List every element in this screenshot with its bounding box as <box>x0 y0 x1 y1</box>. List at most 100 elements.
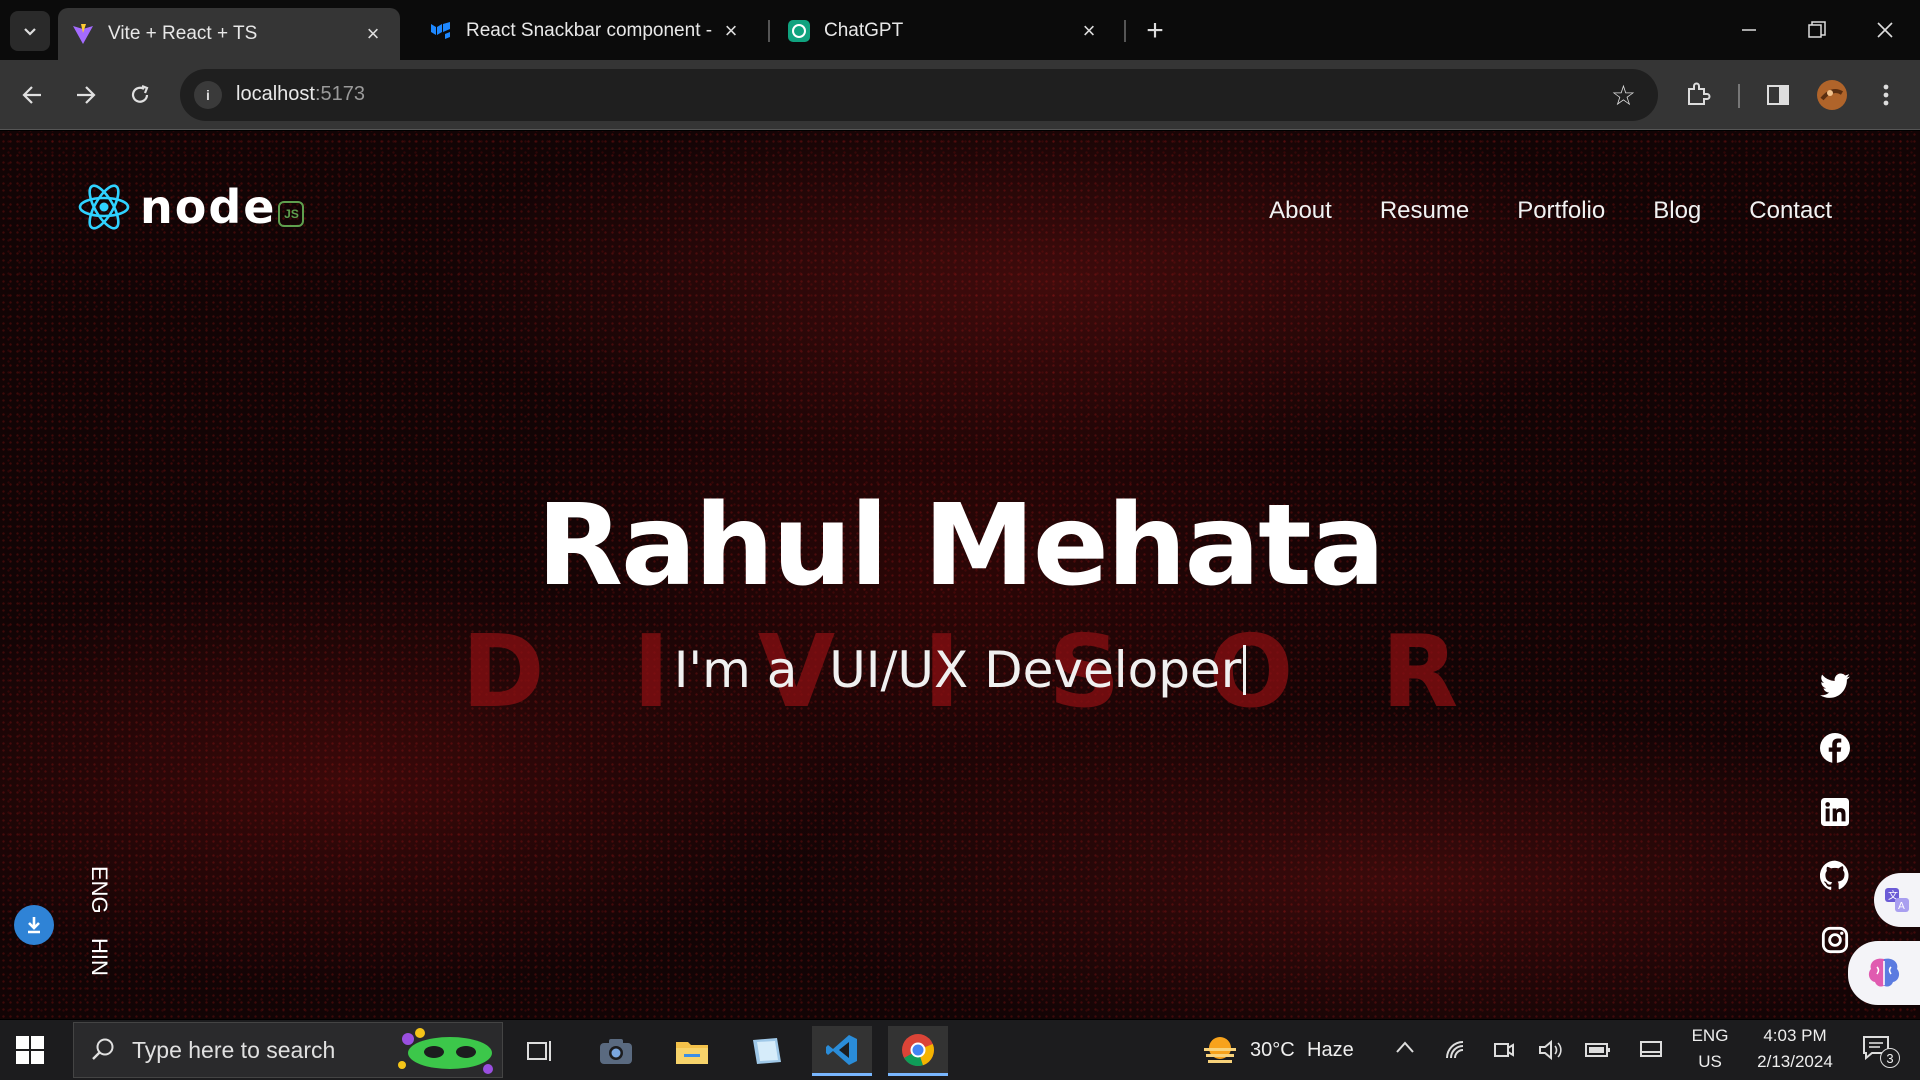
browser-tab-strip: Vite + React + TS × React Snackbar compo… <box>0 0 1920 60</box>
nav-contact[interactable]: Contact <box>1749 197 1832 225</box>
back-button[interactable] <box>14 77 50 113</box>
windows-start-icon[interactable] <box>16 1036 44 1064</box>
arrow-right-icon <box>77 86 96 104</box>
react-logo-icon <box>78 184 130 230</box>
clock-time[interactable]: 4:03 PM <box>1740 1026 1850 1046</box>
logo-text: node <box>140 180 277 234</box>
translate-icon: 文A <box>1885 888 1909 912</box>
tab-react-snackbar[interactable]: React Snackbar component - M × <box>416 8 758 54</box>
linkedin-icon <box>1821 798 1849 826</box>
input-language[interactable]: ENG <box>1680 1026 1740 1046</box>
battery-icon[interactable] <box>1585 1040 1611 1060</box>
search-icon <box>92 1038 114 1060</box>
ai-extension-button[interactable] <box>1848 941 1920 1005</box>
reload-icon <box>131 84 149 103</box>
side-panel-button[interactable] <box>1760 77 1796 113</box>
close-icon[interactable]: × <box>1076 18 1102 44</box>
input-region[interactable]: US <box>1680 1052 1740 1072</box>
lang-eng[interactable]: ENG <box>86 866 112 914</box>
forward-button[interactable] <box>68 77 104 113</box>
address-bar[interactable]: i localhost:5173 ☆ <box>180 69 1658 121</box>
url-text: localhost:5173 <box>236 83 365 106</box>
taskbar-file-explorer[interactable] <box>662 1026 722 1076</box>
bookmark-star-icon[interactable]: ☆ <box>1611 79 1636 112</box>
task-view-icon <box>527 1041 551 1061</box>
tab-title: ChatGPT <box>824 20 904 41</box>
carnival-mask-icon <box>398 1028 493 1074</box>
url-port: :5173 <box>314 83 365 105</box>
hero-subtitle: I'm a UI/UX Developer <box>0 641 1920 699</box>
volume-icon[interactable] <box>1537 1038 1563 1062</box>
instagram-link[interactable] <box>1818 923 1852 957</box>
notification-center-button[interactable]: 3 <box>1862 1034 1902 1068</box>
display-icon[interactable] <box>1640 1040 1662 1060</box>
twitter-link[interactable] <box>1818 669 1852 703</box>
facebook-link[interactable] <box>1818 731 1852 765</box>
task-view-button[interactable] <box>510 1026 570 1076</box>
browser-menu-button[interactable] <box>1868 77 1904 113</box>
taskbar-notes-app[interactable] <box>736 1026 796 1076</box>
chevron-up-icon[interactable] <box>1395 1040 1415 1054</box>
profile-avatar[interactable] <box>1814 77 1850 113</box>
folder-icon <box>676 1042 708 1064</box>
weather-condition[interactable]: Haze <box>1307 1039 1354 1062</box>
hero-name: Rahul Mehata <box>536 481 1386 611</box>
close-icon[interactable]: × <box>718 18 744 44</box>
side-panel-icon <box>1767 85 1789 105</box>
nav-portfolio[interactable]: Portfolio <box>1517 197 1605 225</box>
linkedin-link[interactable] <box>1818 795 1852 829</box>
lang-hin[interactable]: HIN <box>86 938 112 976</box>
github-link[interactable] <box>1818 858 1852 892</box>
notebook-icon <box>753 1038 781 1064</box>
site-nav: About Resume Portfolio Blog Contact <box>1221 197 1832 225</box>
clock-date[interactable]: 2/13/2024 <box>1740 1052 1850 1072</box>
chatgpt-icon <box>788 20 810 42</box>
vite-icon <box>72 23 94 45</box>
minimize-button[interactable] <box>1724 10 1774 50</box>
meet-now-icon[interactable] <box>1492 1038 1516 1062</box>
taskbar-camera-app[interactable] <box>586 1026 646 1076</box>
restore-button[interactable] <box>1792 10 1842 50</box>
download-icon <box>28 917 40 934</box>
windows-taskbar: Type here to search 30°C Haze ENG US 4:0… <box>0 1020 1920 1080</box>
facebook-icon <box>1820 733 1850 763</box>
extensions-button[interactable] <box>1680 77 1716 113</box>
taskbar-chrome[interactable] <box>888 1026 948 1076</box>
nav-about[interactable]: About <box>1269 197 1332 225</box>
arrow-left-icon <box>22 86 41 104</box>
translate-extension-button[interactable]: 文A <box>1874 873 1920 927</box>
mui-icon <box>430 20 452 42</box>
tab-title: Vite + React + TS <box>108 23 258 44</box>
site-logo[interactable]: node JS <box>76 179 305 235</box>
avatar-icon <box>1817 80 1847 110</box>
minimize-icon <box>1742 29 1756 31</box>
puzzle-icon <box>1688 82 1711 105</box>
chrome-icon <box>902 1033 934 1066</box>
camera-icon <box>600 1039 632 1064</box>
wifi-icon[interactable] <box>1443 1038 1467 1062</box>
close-icon[interactable]: × <box>360 21 386 47</box>
tab-search-button[interactable] <box>10 11 50 51</box>
taskbar-search[interactable]: Type here to search <box>73 1022 503 1078</box>
tab-vite[interactable]: Vite + React + TS × <box>58 8 400 60</box>
nav-resume[interactable]: Resume <box>1380 197 1469 225</box>
close-window-button[interactable] <box>1860 10 1910 50</box>
taskbar-vscode[interactable] <box>812 1026 872 1076</box>
restore-icon <box>1808 21 1826 38</box>
reload-button[interactable] <box>122 77 158 113</box>
vscode-icon <box>826 1034 857 1065</box>
nav-blog[interactable]: Blog <box>1653 197 1701 225</box>
close-icon <box>1877 22 1893 38</box>
download-button[interactable] <box>14 905 54 945</box>
new-tab-button[interactable]: + <box>1138 14 1172 48</box>
tab-separator <box>768 20 770 42</box>
typing-caret <box>1243 645 1247 695</box>
site-info-icon[interactable]: i <box>194 81 222 109</box>
more-vertical-icon <box>1883 84 1889 106</box>
tab-chatgpt[interactable]: ChatGPT × <box>774 8 1116 54</box>
page-viewport: node JS About Resume Portfolio Blog Cont… <box>0 131 1920 1019</box>
weather-temp[interactable]: 30°C <box>1250 1039 1295 1062</box>
brain-icon <box>1868 958 1900 987</box>
instagram-icon <box>1821 926 1849 954</box>
search-placeholder: Type here to search <box>132 1036 336 1063</box>
